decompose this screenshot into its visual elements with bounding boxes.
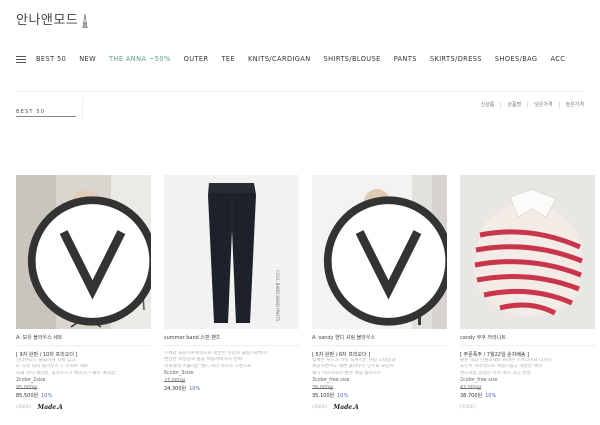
product-desc-line: 모델 착시 제작된, 블라우스가 체리하기 좋은 여리함! xyxy=(16,370,117,376)
product-discount: 10% xyxy=(485,392,497,399)
product-name[interactable]: A. 모유 블라우스 세트 xyxy=(16,334,151,341)
made-badge: Made.A xyxy=(37,403,63,411)
product-foot-label: (프로토) xyxy=(460,404,476,410)
header-divider xyxy=(16,91,584,92)
product-name[interactable]: candy 부쿠 카라니트 xyxy=(460,334,595,341)
product-card[interactable]: A. 모유 블라우스 세트 [ 9차 완판 / 10차 프리오더 ] 안나앤모드… xyxy=(16,175,151,411)
nav-item-pants[interactable]: PANTS xyxy=(394,55,417,63)
category-title: BEST 50 xyxy=(16,109,46,115)
sort-newest[interactable]: 신상품 xyxy=(481,101,495,108)
product-colors: 2color_free size xyxy=(460,377,498,383)
product-colors: 3color_free size xyxy=(312,377,350,383)
category-separator xyxy=(82,98,83,120)
product-image[interactable] xyxy=(460,175,595,329)
product-price: 24,300원 xyxy=(164,385,187,392)
product-card[interactable]: COOL BAND BAND PANTS summer band 스판 팬츠 두… xyxy=(164,175,299,411)
brand-badge-icon xyxy=(27,196,151,326)
product-foot-label: (프로토) xyxy=(312,405,328,411)
nav-item-the-anna[interactable]: THE ANNA ~50% xyxy=(109,55,171,63)
product-old-price: 27,000원 xyxy=(164,378,186,384)
main-nav: BEST 50 NEW THE ANNA ~50% OUTER TEE KNIT… xyxy=(16,53,578,65)
brand-logo[interactable]: 안나앤모드 xyxy=(16,9,90,28)
sort-options: 신상품 상품명 낮은가격 높은가격 xyxy=(481,101,584,108)
product-tag: [ 9차 완판 / 10차 프리오더 ] xyxy=(16,352,78,358)
product-desc-line: 빛나 이미지보다 밝은 셔링 블라우스 xyxy=(312,370,382,376)
nav-item-best50[interactable]: BEST 50 xyxy=(36,55,66,63)
svg-text:COOL BAND BAND PANTS: COOL BAND BAND PANTS xyxy=(275,270,280,322)
nav-item-shirts[interactable]: SHIRTS/BLOUSE xyxy=(324,55,381,63)
product-image[interactable]: COOL BAND BAND PANTS xyxy=(164,175,299,329)
nav-item-outer[interactable]: OUTER xyxy=(184,55,209,63)
category-underline xyxy=(16,116,76,117)
product-image[interactable] xyxy=(312,175,447,329)
made-badge: Made.A xyxy=(333,403,359,411)
product-name[interactable]: A. sandy 핸디 셔링 블라우스 xyxy=(312,334,447,341)
nav-item-tee[interactable]: TEE xyxy=(221,55,235,63)
product-price: 38,700원 xyxy=(460,392,483,399)
product-discount: 10% xyxy=(189,385,201,392)
product-desc-line: 사계절에 어울리는 밴드 허리 사이즈 구성으로 xyxy=(164,363,252,369)
product-old-price: 39,000원 xyxy=(312,385,334,391)
menu-icon[interactable] xyxy=(16,55,26,63)
product-foot-label: (프로토) xyxy=(16,405,32,411)
nav-item-knits[interactable]: KNITS/CARDIGAN xyxy=(248,55,311,63)
brand-badge-icon xyxy=(323,196,447,326)
brand-name: 안나앤모드 xyxy=(16,13,79,28)
sort-name[interactable]: 상품명 xyxy=(507,101,521,108)
product-colors: 2color_2size xyxy=(16,377,46,383)
product-name[interactable]: summer band 스판 팬츠 xyxy=(164,334,299,341)
sort-price-low[interactable]: 낮은가격 xyxy=(534,101,552,108)
nav-item-skirts[interactable]: SKIRTS/DRESS xyxy=(430,55,482,63)
product-tag: [ 주문폭주 / 7월22일 순차배송 ] xyxy=(460,352,530,358)
product-card[interactable]: A. sandy 핸디 셔링 블라우스 [ 5차 완판 / 6차 프리오더 ] … xyxy=(312,175,447,411)
product-old-price: 95,000원 xyxy=(16,385,38,391)
eiffel-tower-icon xyxy=(82,14,88,28)
product-card[interactable]: candy 부쿠 카라니트 [ 주문폭주 / 7월22일 순차배송 ] 밝은 색… xyxy=(460,175,595,411)
nav-item-acc[interactable]: ACC xyxy=(550,55,565,63)
product-colors: 6color_3size xyxy=(164,370,194,376)
product-desc-line: 캔디처럼 달콤한 카라 셔츠 코디 완성 xyxy=(460,370,531,376)
product-image[interactable] xyxy=(16,175,151,329)
product-old-price: 43,000원 xyxy=(460,385,482,391)
product-price: 35,100원 xyxy=(312,392,335,399)
nav-item-new[interactable]: NEW xyxy=(79,55,96,63)
product-discount: 10% xyxy=(41,392,53,399)
product-price: 85,500원 xyxy=(16,392,39,399)
nav-item-shoes[interactable]: SHOES/BAG xyxy=(495,55,538,63)
product-tag: [ 5차 완판 / 6차 프리오더 ] xyxy=(312,352,371,358)
product-discount: 10% xyxy=(337,392,349,399)
product-grid: A. 모유 블라우스 세트 [ 9차 완판 / 10차 프리오더 ] 안나앤모드… xyxy=(16,175,595,411)
sort-price-high[interactable]: 높은가격 xyxy=(566,101,584,108)
